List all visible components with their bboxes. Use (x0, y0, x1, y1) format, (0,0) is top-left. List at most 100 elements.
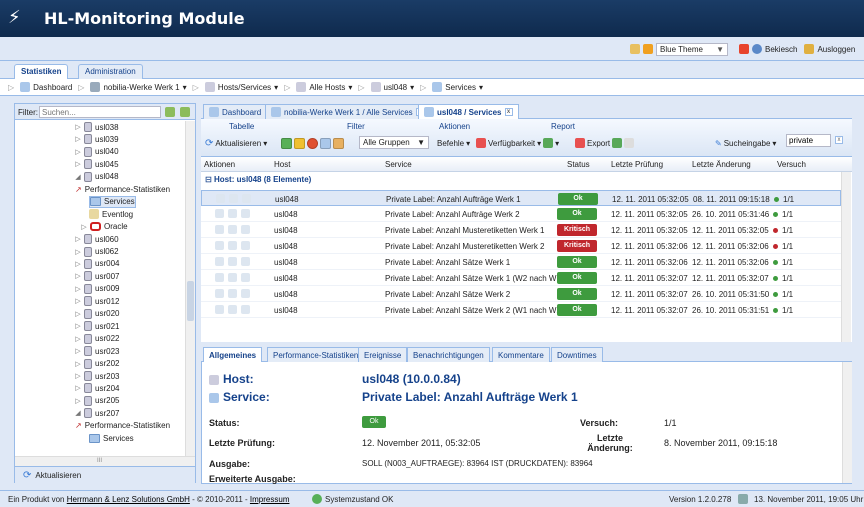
tab-downtimes[interactable]: Downtimes (551, 347, 603, 362)
tab-statistiken[interactable]: Statistiken (14, 64, 69, 79)
tree-hscrollbar[interactable]: III (15, 456, 195, 466)
collapsed-arrow-icon[interactable]: ▷ (75, 372, 81, 380)
tab-performance[interactable]: Performance-Statistiken (267, 347, 365, 362)
tree-item-host[interactable]: ▷ usr012 (75, 295, 119, 307)
tab-ereignisse[interactable]: Ereignisse (358, 347, 408, 362)
collapsed-arrow-icon[interactable]: ▷ (75, 347, 81, 355)
info-icon[interactable] (241, 305, 250, 314)
tree-item-host[interactable]: ▷ usr004 (75, 258, 119, 270)
grid-scrollbar[interactable] (841, 172, 851, 342)
tab-allgemeines[interactable]: Allgemeines (203, 347, 263, 362)
comment-icon[interactable] (215, 209, 224, 218)
breadcrumb-hosts-services[interactable]: Hosts/Services ▾ (204, 82, 278, 92)
tree-item-perf[interactable]: ↗ Performance-Statistiken (75, 183, 170, 195)
tab-all-services[interactable]: nobilia-Werke Werk 1 / Alle Servicesx (265, 104, 430, 119)
tree-item-host[interactable]: ▷ usr202 (75, 358, 119, 370)
warning-filter-icon[interactable] (294, 137, 305, 149)
expanded-arrow-icon[interactable]: ◢ (75, 173, 81, 181)
collapsed-arrow-icon[interactable]: ▷ (75, 297, 81, 305)
document-icon[interactable] (228, 305, 237, 314)
table-row[interactable]: usl048 Private Label: Anzahl Musteretiket… (201, 238, 841, 254)
col-status[interactable]: Status (567, 160, 590, 169)
collapsed-arrow-icon[interactable]: ▷ (75, 123, 81, 131)
collapsed-arrow-icon[interactable]: ▷ (75, 260, 81, 268)
info-icon[interactable] (241, 225, 250, 234)
grid-search-input[interactable] (786, 134, 831, 147)
collapsed-arrow-icon[interactable]: ▷ (75, 160, 81, 168)
document-icon[interactable] (228, 209, 237, 218)
col-service[interactable]: Service (385, 160, 412, 169)
export-button[interactable]: Export (575, 136, 635, 150)
document-icon[interactable] (624, 138, 635, 148)
collapsed-arrow-icon[interactable]: ▷ (75, 384, 81, 392)
breadcrumb-all-hosts[interactable]: Alle Hosts ▾ (296, 82, 352, 92)
group-filter-icon[interactable] (333, 137, 344, 149)
col-host[interactable]: Host (274, 160, 290, 169)
theme-select[interactable]: Blue Theme ▼ (656, 42, 728, 56)
document-icon[interactable] (228, 225, 237, 234)
collapsed-arrow-icon[interactable]: ▷ (75, 335, 81, 343)
tree-item-host[interactable]: ▷ usr023 (75, 345, 119, 357)
document-icon[interactable] (229, 194, 238, 203)
collapsed-arrow-icon[interactable]: ▷ (75, 148, 81, 156)
comment-icon[interactable] (215, 273, 224, 282)
table-row[interactable]: usl048 Private Label: Anzahl Sätze Werk 1… (201, 254, 841, 270)
impressum-link[interactable]: Impressum (250, 495, 290, 504)
document-icon[interactable] (228, 241, 237, 250)
tree-item-host[interactable]: ▷ usr204 (75, 382, 119, 394)
info-icon[interactable] (241, 257, 250, 266)
notes-icon[interactable] (630, 44, 640, 54)
tree-item-eventlog[interactable]: Eventlog (89, 208, 133, 220)
critical-filter-icon[interactable] (307, 137, 318, 149)
tree-item-perf[interactable]: ↗ Performance-Statistiken (75, 420, 170, 432)
info-icon[interactable] (241, 289, 250, 298)
breadcrumb-werk[interactable]: nobilia-Werke Werk 1 ▾ (90, 82, 187, 92)
detail-scrollbar[interactable] (842, 362, 852, 483)
tree-item-host[interactable]: ▷ usr022 (75, 333, 119, 345)
table-row[interactable]: usl048 Private Label: Anzahl Sätze Werk 1… (201, 270, 841, 286)
tree-refresh-button[interactable]: Aktualisieren (35, 471, 81, 480)
collapsed-arrow-icon[interactable]: ▷ (75, 285, 81, 293)
collapsed-arrow-icon[interactable]: ▷ (75, 310, 81, 318)
comment-icon[interactable] (216, 194, 225, 203)
availability-button[interactable]: Verfügbarkeit ▾ ▾ (476, 136, 559, 150)
tab-host-services[interactable]: usl048 / Services x (418, 104, 519, 119)
ok-filter-icon[interactable] (281, 137, 292, 149)
col-last-check[interactable]: Letzte Prüfung (611, 160, 663, 169)
document-icon[interactable] (228, 257, 237, 266)
comment-icon[interactable] (215, 225, 224, 234)
info-icon[interactable] (242, 194, 251, 203)
document-icon[interactable] (228, 289, 237, 298)
flag-icon[interactable] (739, 44, 749, 54)
table-row[interactable]: usl048 Private Label: Anzahl Sätze Werk 2… (201, 286, 841, 302)
tree-item-host[interactable]: ◢ usr207 (75, 407, 119, 419)
group-row[interactable]: ⊟ Host: usl048 (8 Elemente) (201, 175, 311, 187)
groups-select[interactable]: Alle Gruppen ▼ (359, 136, 429, 149)
tree-item-host[interactable]: ▷ usr007 (75, 270, 119, 282)
breadcrumb-host[interactable]: usl048 ▾ (370, 82, 414, 92)
expanded-arrow-icon[interactable]: ◢ (75, 409, 81, 417)
close-icon[interactable]: x (504, 108, 513, 116)
tab-dashboard[interactable]: Dashboard (203, 104, 268, 119)
search-label-button[interactable]: ✎ Sucheingabe ▾ (715, 136, 776, 150)
tree-item-host[interactable]: ▷ usr020 (75, 308, 119, 320)
tree-item-host[interactable]: ▷ usl040 (75, 146, 119, 158)
comment-icon[interactable] (215, 257, 224, 266)
tree-item-host[interactable]: ◢ usl048 (75, 171, 119, 183)
collapsed-arrow-icon[interactable]: ▷ (75, 360, 81, 368)
company-link[interactable]: Herrmann & Lenz Solutions GmbH (67, 495, 190, 504)
table-row[interactable]: usl048 Private Label: Anzahl Aufträge Wer… (201, 206, 841, 222)
key-icon[interactable] (643, 44, 653, 54)
logout-icon[interactable] (804, 44, 815, 54)
clear-search-icon[interactable]: x (835, 136, 843, 144)
info-icon[interactable] (241, 209, 250, 218)
info-icon[interactable] (241, 241, 250, 250)
tree-item-host[interactable]: ▷ usr203 (75, 370, 119, 382)
commands-button[interactable]: Befehle ▾ (437, 136, 470, 150)
document-icon[interactable] (228, 273, 237, 282)
comment-icon[interactable] (215, 289, 224, 298)
info-icon[interactable] (241, 273, 250, 282)
collapse-all-icon[interactable] (180, 107, 190, 117)
breadcrumb-services[interactable]: Services ▾ (432, 82, 483, 92)
comment-icon[interactable] (215, 305, 224, 314)
